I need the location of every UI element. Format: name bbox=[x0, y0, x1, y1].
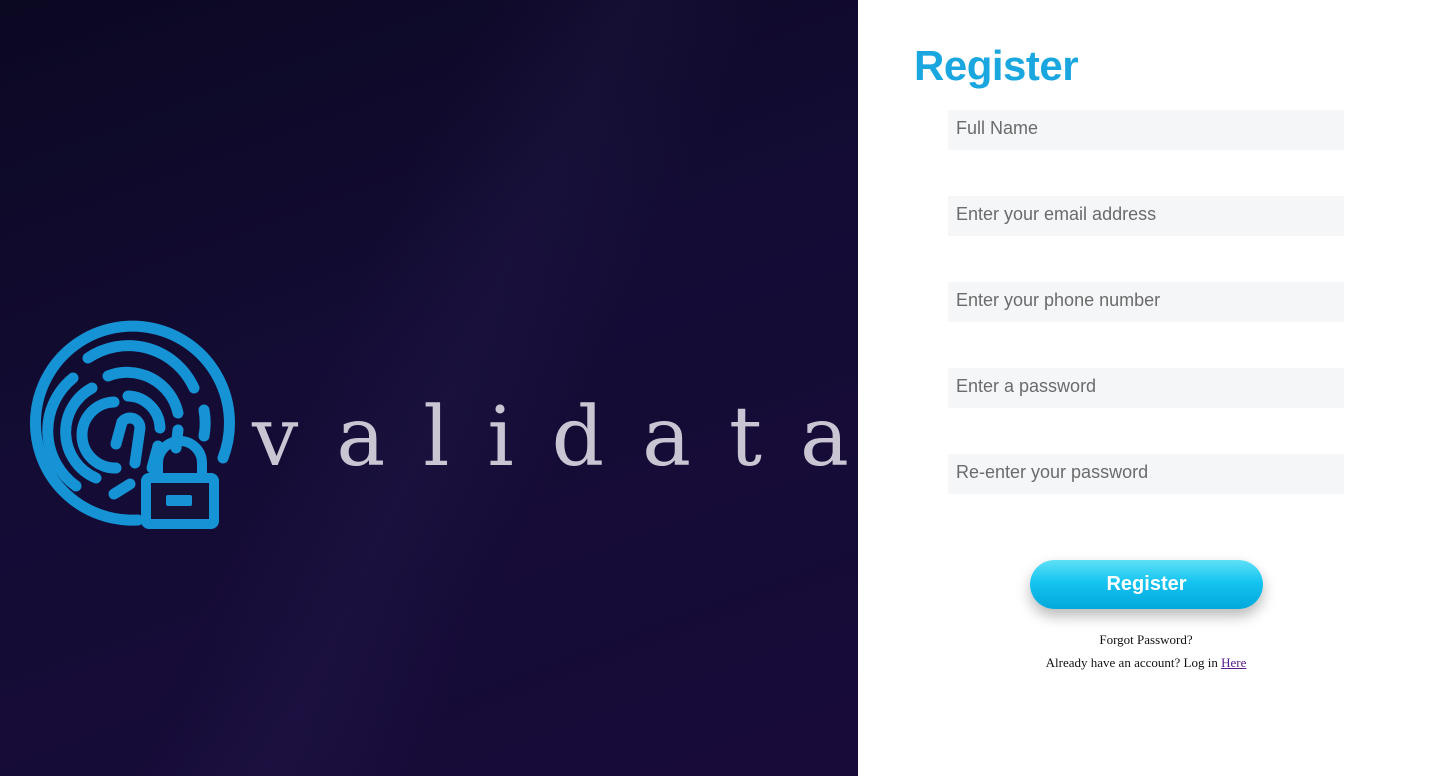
login-here-link[interactable]: Here bbox=[1221, 655, 1246, 670]
login-prompt-text: Already have an account? Log in bbox=[1045, 655, 1218, 670]
full-name-input[interactable] bbox=[948, 110, 1344, 150]
password-input[interactable] bbox=[948, 368, 1344, 408]
brand-wordmark: validata bbox=[252, 390, 858, 485]
register-button[interactable]: Register bbox=[1030, 560, 1263, 609]
forgot-password-link[interactable]: Forgot Password? bbox=[858, 632, 1430, 648]
login-prompt: Already have an account? Log in Here bbox=[858, 655, 1430, 671]
confirm-password-input[interactable] bbox=[948, 454, 1344, 494]
phone-input[interactable] bbox=[948, 282, 1344, 322]
brand-panel: validata bbox=[0, 0, 858, 776]
fingerprint-lock-icon bbox=[30, 320, 235, 529]
page-title: Register bbox=[914, 42, 1079, 89]
register-form-panel: Register Register Forgot Password? Alrea… bbox=[858, 0, 1430, 776]
email-input[interactable] bbox=[948, 196, 1344, 236]
